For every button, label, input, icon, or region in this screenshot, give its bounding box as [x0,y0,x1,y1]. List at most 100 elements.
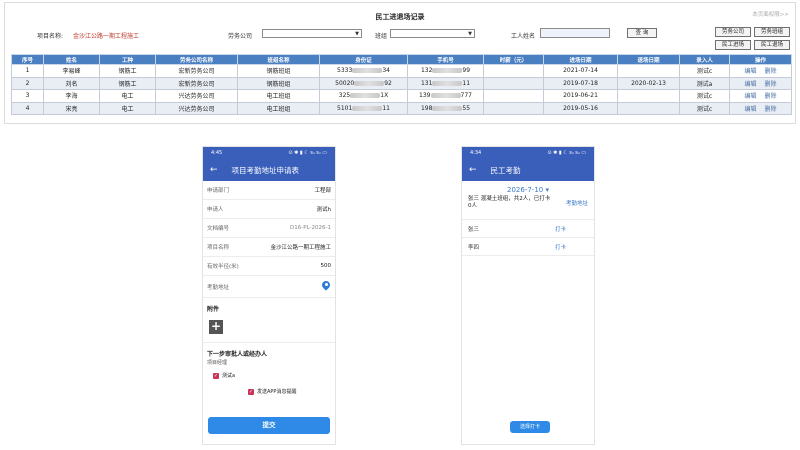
cell-hourly-wage [483,101,544,115]
cell-enter-date: 2019-05-16 [543,101,618,115]
next-step-heading: 下一步审批人或经办人 [207,351,268,358]
edit-link[interactable]: 编辑 [744,81,756,88]
cell-enter-date: 2019-07-18 [543,76,618,90]
worker-exit-button[interactable]: 民工退场 [754,40,790,50]
notify-label: 发送APP消息提醒 [257,389,297,395]
worker-enter-button[interactable]: 民工进场 [715,40,751,50]
cell-actions: 编辑 删除 [729,76,792,90]
date-picker[interactable]: 2026-7-10 ▾ [462,186,594,194]
header-team: 班组名称 [237,54,320,65]
notify-checkbox-row[interactable]: ✓ 发送APP消息提醒 [203,379,335,395]
summary-text: 张三 混凝土班组，共2人，已打卡0人 [468,196,551,209]
cell-seq: 2 [11,76,44,90]
delete-link[interactable]: 删除 [765,93,777,100]
field-value: 工程部 [314,188,331,194]
header-trade: 工种 [99,54,156,65]
labor-company-button[interactable]: 劳务公司 [715,27,751,37]
cell-seq: 4 [11,101,44,115]
attendance-address-link[interactable]: 考勤地址 [566,199,588,210]
labor-team-button[interactable]: 劳务班组 [754,27,790,37]
redacted-mark [352,68,383,74]
checkbox-checked-icon[interactable]: ✓ [248,388,254,395]
cell-exit-date [617,101,680,115]
field-label: 申请部门 [207,188,230,194]
header-phone: 手机号 [407,54,484,65]
checkbox-checked-icon[interactable]: ✓ [213,372,219,379]
form-row-department: 申请部门 工程部 [203,181,335,200]
cell-team: 钢筋班组 [237,64,320,78]
cell-seq: 1 [11,64,44,78]
worker-name: 张三 [468,226,480,233]
redacted-mark [350,93,381,99]
table-row: 1 李易峰 钢筋工 宏新劳务公司 钢筋班组 5333 34 132 99 2021-… [11,64,792,78]
cell-phone: 139 777 [407,89,484,103]
cell-hourly-wage [483,89,544,103]
worker-name-input[interactable] [540,28,610,38]
divider [462,210,594,220]
form-row-address[interactable]: 考勤地址 [203,276,335,298]
cell-enter-date: 2019-06-21 [543,89,618,103]
form-row-radius[interactable]: 有效半径(米) 500 [203,257,335,276]
cell-company: 宏新劳务公司 [155,64,238,78]
team-summary: 张三 混凝土班组，共2人，已打卡0人 考勤地址 [462,194,594,210]
select-clock-in-button[interactable]: 选择打卡 [510,421,550,433]
attendance-address-phone: 4:45 ⊙ ✱ ▮ ☾ 𝗌ᵢᵢ 𝗌ᵢᵢ ▭ ← 项目考勤地址申请表 申请部门 … [202,146,336,445]
approver-checkbox-row[interactable]: ✓ 测试a [203,366,335,379]
delete-link[interactable]: 删除 [765,106,777,113]
team-select[interactable]: ▼ [390,29,475,38]
page-permission-link[interactable]: 本页面权限>> [752,10,789,18]
delete-link[interactable]: 删除 [765,68,777,75]
clock-in-link[interactable]: 打卡 [555,243,566,251]
cell-actions: 编辑 删除 [729,101,792,115]
cell-phone: 132 99 [407,64,484,78]
redacted-mark [352,105,383,111]
cell-entered-by: 测试c [679,101,730,115]
cell-id-card: 50020 92 [319,76,408,90]
cell-trade: 电工 [99,89,156,103]
cell-enter-date: 2021-07-14 [543,64,618,78]
cell-team: 电工班组 [237,89,320,103]
screen-title: 项目考勤地址申请表 [231,165,300,175]
redacted-mark [432,80,463,86]
query-button[interactable]: 查 询 [627,28,657,38]
status-time: 4:45 [211,150,223,156]
field-label: 文档编号 [207,226,230,232]
submit-button[interactable]: 提交 [208,417,330,434]
header-hourly-wage: 时薪（元） [483,54,544,65]
clock-in-link[interactable]: 打卡 [555,225,566,233]
header-seq: 序号 [11,54,44,65]
status-bar: 4:45 ⊙ ✱ ▮ ☾ 𝗌ᵢᵢ 𝗌ᵢᵢ ▭ [203,147,335,159]
worker-name: 李四 [468,244,480,251]
labor-company-label: 劳务公司 [228,33,253,40]
table-row: 2 刘名 钢筋工 宏新劳务公司 钢筋班组 50020 92 131 11 2019-… [11,76,792,90]
screen-title: 民工考勤 [490,165,521,175]
page-title: 民工进退场记录 [375,13,425,21]
back-arrow-icon[interactable]: ← [469,165,477,175]
back-arrow-icon[interactable]: ← [210,165,218,175]
field-value: 测试h [316,207,332,213]
date-value: 2026-7-10 [507,186,544,194]
radius-input[interactable]: 500 [321,263,332,269]
edit-link[interactable]: 编辑 [744,68,756,75]
redacted-mark [430,93,461,99]
status-icons: ⊙ ✱ ▮ ☾ 𝗌ᵢᵢ 𝗌ᵢᵢ ▭ [547,150,586,156]
edit-link[interactable]: 编辑 [744,93,756,100]
header-actions: 操作 [729,54,792,65]
status-bar: 4:34 ⊙ ✱ ▮ ☾ 𝗌ᵢᵢ 𝗌ᵢᵢ ▭ [462,147,594,159]
cell-team: 钢筋班组 [237,76,320,90]
header-name: 姓名 [43,54,100,65]
delete-link[interactable]: 删除 [765,81,777,88]
worker-name-label: 工人姓名 [511,33,536,40]
edit-link[interactable]: 编辑 [744,106,756,113]
chevron-down-icon: ▾ [545,186,549,194]
labor-company-select[interactable]: ▼ [262,29,362,38]
cell-hourly-wage [483,76,544,90]
location-pin-icon[interactable] [321,281,331,293]
nav-bar: ← 项目考勤地址申请表 [203,159,335,181]
status-icons: ⊙ ✱ ▮ ☾ 𝗌ᵢᵢ 𝗌ᵢᵢ ▭ [288,150,327,156]
redacted-mark [432,68,463,74]
add-attachment-icon[interactable]: + [209,320,223,334]
approver-label: 测试a [222,373,236,379]
nav-bar: ← 民工考勤 [462,159,594,181]
cell-name: 李易峰 [43,64,100,78]
